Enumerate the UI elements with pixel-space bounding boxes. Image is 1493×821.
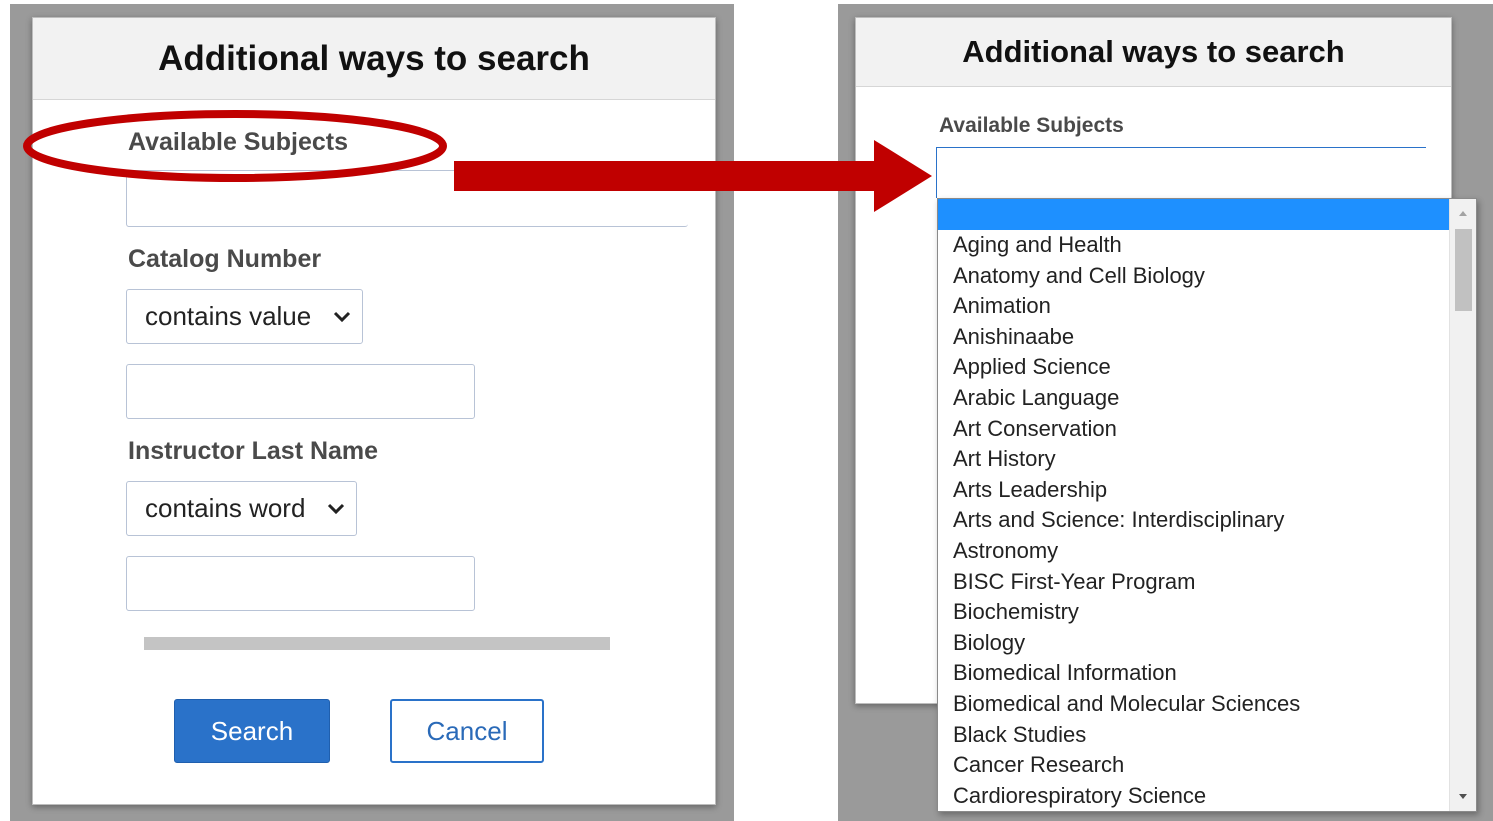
dropdown-option[interactable]: Anishinaabe	[938, 322, 1450, 353]
instructor-operator-value: contains word	[145, 493, 306, 523]
dropdown-option[interactable]: Art Conservation	[938, 414, 1450, 445]
dialog-title: Additional ways to search	[856, 18, 1451, 87]
available-subjects-select-focused[interactable]	[936, 147, 1426, 198]
chevron-down-icon	[333, 311, 351, 322]
instructor-operator-select[interactable]: contains word	[126, 481, 357, 536]
instructor-last-name-label: Instructor Last Name	[128, 437, 379, 465]
dropdown-options: Aging and Health Anatomy and Cell Biology…	[938, 199, 1450, 811]
dropdown-option[interactable]: Cancer Research	[938, 750, 1450, 781]
dropdown-option[interactable]: Biochemistry	[938, 597, 1450, 628]
dropdown-option[interactable]: Animation	[938, 291, 1450, 322]
dropdown-option[interactable]: Cardiorespiratory Science	[938, 781, 1450, 811]
catalog-operator-value: contains value	[145, 301, 312, 331]
dropdown-option[interactable]: Art History	[938, 444, 1450, 475]
dropdown-option[interactable]: Arts and Science: Interdisciplinary	[938, 505, 1450, 536]
available-subjects-label: Available Subjects	[939, 114, 1124, 137]
dropdown-option[interactable]: Biomedical and Molecular Sciences	[938, 689, 1450, 720]
search-dialog-left: Additional ways to search Available Subj…	[32, 17, 716, 805]
dropdown-option[interactable]: Arabic Language	[938, 383, 1450, 414]
scroll-up-arrow-icon[interactable]	[1458, 209, 1468, 217]
dropdown-option[interactable]: Anatomy and Cell Biology	[938, 261, 1450, 292]
catalog-number-operator-select[interactable]: contains value	[126, 289, 363, 344]
cancel-button[interactable]: Cancel	[390, 699, 544, 763]
horizontal-scrollbar[interactable]	[144, 637, 610, 650]
available-subjects-input[interactable]	[126, 170, 688, 227]
scroll-down-arrow-icon[interactable]	[1458, 793, 1468, 801]
dropdown-option[interactable]: Black Studies	[938, 720, 1450, 751]
scrollbar-thumb[interactable]	[1455, 229, 1472, 311]
catalog-number-label: Catalog Number	[128, 245, 322, 273]
dropdown-option[interactable]: Astronomy	[938, 536, 1450, 567]
dropdown-option[interactable]: BISC First-Year Program	[938, 567, 1450, 598]
catalog-number-input[interactable]	[126, 364, 475, 419]
dropdown-option[interactable]: Applied Science	[938, 352, 1450, 383]
dropdown-option[interactable]: Biomedical Information	[938, 658, 1450, 689]
dropdown-option[interactable]: Aging and Health	[938, 230, 1450, 261]
subjects-dropdown-list[interactable]: Aging and Health Anatomy and Cell Biology…	[937, 198, 1477, 812]
dropdown-scrollbar[interactable]	[1449, 199, 1476, 811]
available-subjects-label: Available Subjects	[128, 128, 348, 156]
dropdown-option[interactable]: Arts Leadership	[938, 475, 1450, 506]
instructor-last-name-input[interactable]	[126, 556, 475, 611]
dropdown-option[interactable]: Biology	[938, 628, 1450, 659]
dropdown-option[interactable]	[938, 199, 1450, 230]
chevron-down-icon	[327, 503, 345, 514]
dialog-title: Additional ways to search	[33, 18, 715, 100]
search-button[interactable]: Search	[174, 699, 330, 763]
